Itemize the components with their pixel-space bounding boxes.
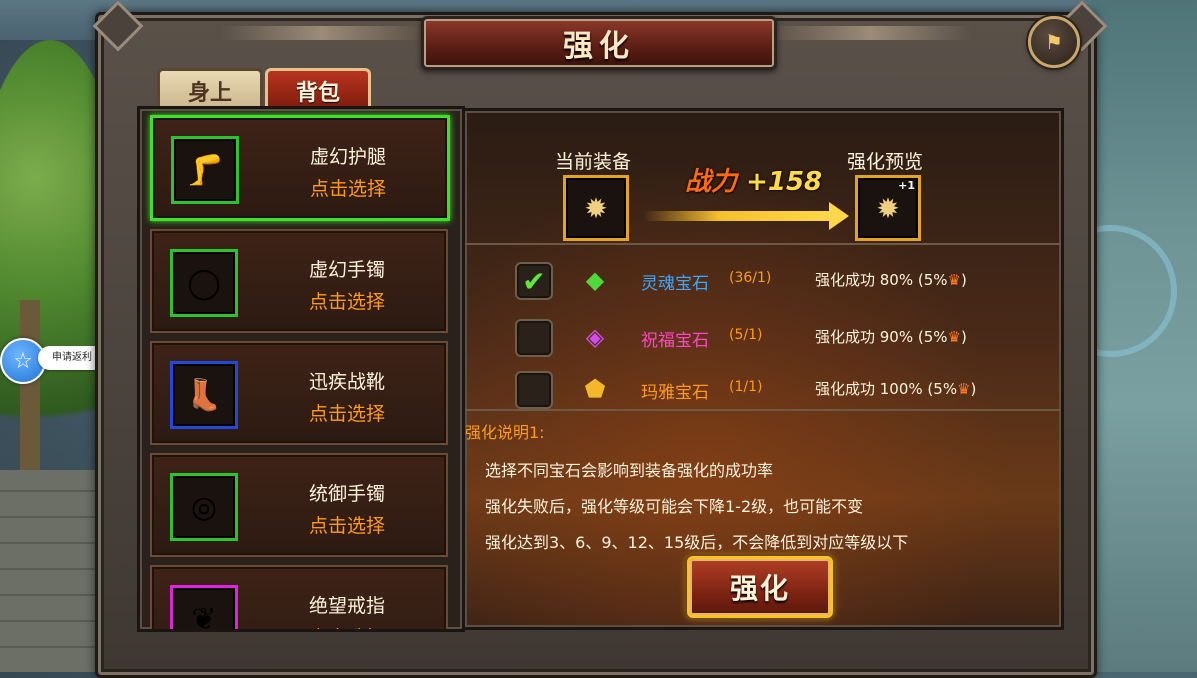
- gem-checkbox[interactable]: [515, 319, 553, 357]
- description-title: 强化说明1:: [465, 423, 545, 442]
- window-title: 强化: [563, 29, 635, 64]
- preview-item-slot[interactable]: ✹ +1: [855, 175, 921, 241]
- gem-rate-text: 强化成功 100% (5%: [815, 380, 958, 398]
- title-wing-left: [221, 26, 421, 40]
- tab-equipped[interactable]: 身上: [157, 68, 263, 111]
- gem-success-rate: 强化成功 80% (5%♛): [815, 271, 967, 289]
- preview-level-badge: +1: [898, 179, 915, 192]
- item-name: 虚幻手镯: [308, 259, 385, 281]
- item-select-link[interactable]: 点击选择: [262, 287, 432, 314]
- title-wing-right: [771, 26, 971, 40]
- description-line: 强化达到3、6、9、12、15级后，不会降低到对应等级以下: [485, 533, 909, 552]
- spiked-mace-icon: ✹: [584, 191, 608, 225]
- boots-icon: 👢: [170, 361, 238, 429]
- gem-count: (5/1): [729, 327, 763, 343]
- item-select-link[interactable]: 点击选择: [262, 623, 432, 629]
- divider: [465, 243, 1061, 245]
- list-item[interactable]: 🦵 虚幻护腿 点击选择: [150, 115, 450, 221]
- gem-name: 灵魂宝石: [641, 274, 709, 294]
- item-name: 绝望戒指: [308, 595, 385, 617]
- tab-backpack[interactable]: 背包: [265, 68, 371, 111]
- bracelet-icon: ◎: [170, 473, 238, 541]
- list-item[interactable]: ◎ 统御手镯 点击选择: [150, 453, 448, 557]
- item-name: 统御手镯: [308, 483, 385, 505]
- flag-back-icon: ⚑: [1045, 30, 1063, 54]
- purple-gem-icon: ◈: [585, 323, 605, 351]
- gem-rate-text: 强化成功 80% (5%: [815, 271, 948, 289]
- crown-icon: ♛: [947, 271, 961, 289]
- close-button[interactable]: ⚑: [1028, 16, 1080, 68]
- arrow-right-icon: [643, 211, 833, 221]
- enhance-panel: 当前装备 强化预览 ✹ ✹ +1 战力 +158 ✔ ◆ 灵魂宝石 (36/1)…: [462, 108, 1064, 630]
- item-select-link[interactable]: 点击选择: [263, 174, 433, 201]
- gem-name: 玛雅宝石: [641, 383, 709, 403]
- list-item[interactable]: ❦ 绝望戒指 点击选择: [150, 565, 448, 629]
- gem-rate-text: 强化成功 90% (5%: [815, 328, 948, 346]
- item-name: 迅疾战靴: [308, 371, 385, 393]
- item-select-link[interactable]: 点击选择: [262, 399, 432, 426]
- equipment-list: 🦵 虚幻护腿 点击选择 ◯ 虚幻手镯 点击选择 👢 迅疾战靴 点击选择 ◎ 统御…: [137, 106, 465, 632]
- preview-label: 强化预览: [847, 151, 924, 173]
- gem-checkbox-checked[interactable]: ✔: [515, 262, 553, 300]
- gem-checkbox[interactable]: [515, 371, 553, 409]
- background-stone-wall: [0, 470, 110, 672]
- description-line: 选择不同宝石会影响到装备强化的成功率: [485, 461, 774, 480]
- title-plate: 强化: [421, 16, 777, 70]
- crown-icon: ♛: [957, 380, 971, 398]
- gem-success-rate: 强化成功 100% (5%♛): [815, 380, 977, 398]
- spiked-mace-icon: ✹: [876, 191, 900, 225]
- power-gain: 战力 +158: [685, 161, 822, 198]
- gem-option-soul[interactable]: ✔ ◆ 灵魂宝石 (36/1) 强化成功 80% (5%♛): [515, 261, 1035, 301]
- enhance-button[interactable]: 强化: [687, 556, 833, 618]
- list-item[interactable]: ◯ 虚幻手镯 点击选择: [150, 229, 448, 333]
- gem-count: (36/1): [729, 270, 772, 286]
- gem-success-rate: 强化成功 90% (5%♛): [815, 328, 967, 346]
- item-name: 虚幻护腿: [309, 146, 386, 168]
- divider: [465, 409, 1061, 411]
- gem-option-maya[interactable]: ⬟ 玛雅宝石 (1/1) 强化成功 100% (5%♛): [515, 370, 1035, 410]
- current-item-slot[interactable]: ✹: [563, 175, 629, 241]
- current-equipment-label: 当前装备: [555, 151, 632, 173]
- ring-icon: ❦: [170, 585, 238, 629]
- gold-gem-icon: ⬟: [584, 375, 606, 403]
- gem-count: (1/1): [729, 379, 763, 395]
- description-line: 强化失败后，强化等级可能会下降1-2级，也可能不变: [485, 497, 864, 516]
- leg-armor-icon: 🦵: [171, 136, 239, 204]
- item-select-link[interactable]: 点击选择: [262, 511, 432, 538]
- gem-name: 祝福宝石: [641, 331, 709, 351]
- power-value: +158: [746, 167, 823, 197]
- bracelet-icon: ◯: [170, 249, 238, 317]
- green-gem-icon: ◆: [585, 266, 605, 294]
- crown-icon: ♛: [947, 328, 961, 346]
- power-label: 战力: [685, 167, 738, 197]
- list-item[interactable]: 👢 迅疾战靴 点击选择: [150, 341, 448, 445]
- gem-option-blessing[interactable]: ◈ 祝福宝石 (5/1) 强化成功 90% (5%♛): [515, 318, 1035, 358]
- background-tree-trunk: [20, 300, 40, 470]
- arrow-head: [829, 202, 849, 230]
